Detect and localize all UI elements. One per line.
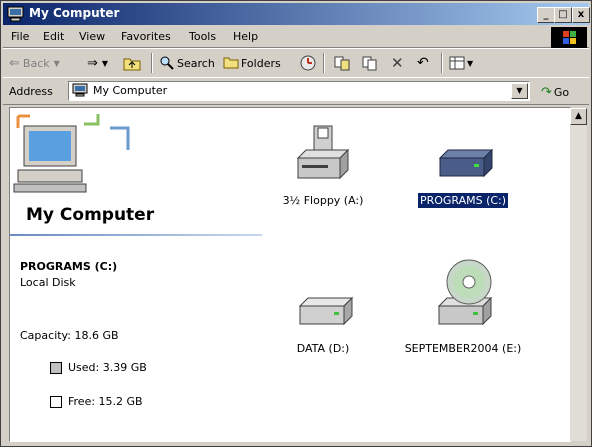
undo-button[interactable]: ↶ xyxy=(417,54,429,72)
used-text: Used: 3.39 GB xyxy=(68,361,147,374)
copy-to-button[interactable] xyxy=(361,54,379,72)
copy-to-icon xyxy=(362,56,377,71)
title-bar[interactable]: My Computer _ □ x xyxy=(3,3,590,25)
address-bar: Address My Computer ▼ ↷ Go xyxy=(3,77,589,105)
drive-item-floppy[interactable]: 3½ Floppy (A:) xyxy=(278,120,368,208)
menu-file[interactable]: File xyxy=(11,30,29,43)
floppy-drive-icon xyxy=(296,125,350,180)
drive-item-programs[interactable]: PROGRAMS (C:) xyxy=(408,120,518,208)
window: My Computer _ □ x File Edit View Favorit… xyxy=(0,0,592,447)
chevron-down-icon: ▼ xyxy=(101,58,109,68)
address-input[interactable]: My Computer ▼ xyxy=(68,81,530,101)
views-button[interactable]: ▼ xyxy=(449,54,473,72)
capacity-text: Capacity: 18.6 GB xyxy=(20,329,119,342)
drive-label: PROGRAMS (C:) xyxy=(417,193,509,208)
address-dropdown-button[interactable]: ▼ xyxy=(511,83,528,99)
back-arrow-icon: ⇐ xyxy=(9,55,20,71)
toolbar-separator xyxy=(441,53,443,73)
back-button[interactable]: ⇐ Back ▼ xyxy=(9,54,60,72)
menu-tools[interactable]: Tools xyxy=(189,30,216,43)
windows-logo-icon xyxy=(551,27,587,49)
close-button[interactable]: x xyxy=(572,7,590,23)
address-value: My Computer xyxy=(93,84,168,97)
menu-view[interactable]: View xyxy=(79,30,105,43)
menu-bar: File Edit View Favorites Tools Help xyxy=(3,27,589,49)
window-title: My Computer xyxy=(29,6,120,20)
maximize-button[interactable]: □ xyxy=(554,7,572,23)
search-button[interactable]: Search xyxy=(159,54,215,72)
folders-icon xyxy=(223,57,239,69)
go-button[interactable]: ↷ Go xyxy=(541,85,569,100)
folders-label: Folders xyxy=(241,56,281,70)
history-button[interactable] xyxy=(299,54,317,72)
standard-toolbar: ⇐ Back ▼ ⇒ ▼ Search Folders ✕ ↶ ▼ xyxy=(3,48,589,78)
menu-favorites[interactable]: Favorites xyxy=(121,30,171,43)
forward-arrow-icon: ⇒ xyxy=(87,55,98,71)
my-computer-large-icon xyxy=(13,114,130,193)
folders-button[interactable]: Folders xyxy=(223,54,281,72)
go-arrow-icon: ↷ xyxy=(541,85,552,100)
vertical-scrollbar[interactable]: ▲ xyxy=(570,108,587,441)
up-folder-button[interactable] xyxy=(123,54,141,72)
drive-item-data[interactable]: DATA (D:) xyxy=(278,268,368,356)
used-swatch xyxy=(50,361,62,374)
hard-drive-icon xyxy=(438,148,494,178)
cd-drive-icon xyxy=(437,259,493,326)
scroll-up-button[interactable]: ▲ xyxy=(570,108,587,125)
drive-label: SEPTEMBER2004 (E:) xyxy=(404,342,522,355)
views-icon xyxy=(449,56,465,70)
details-pane: My Computer PROGRAMS (C:) Local Disk Cap… xyxy=(10,108,262,411)
move-to-icon xyxy=(334,56,350,71)
free-swatch xyxy=(50,395,62,408)
toolbar-separator xyxy=(151,53,153,73)
search-label: Search xyxy=(177,56,215,70)
my-computer-icon xyxy=(7,6,24,22)
minimize-button[interactable]: _ xyxy=(537,7,555,23)
address-label: Address xyxy=(9,85,53,98)
drive-item-cd[interactable]: SEPTEMBER2004 (E:) xyxy=(398,256,528,356)
toolbar-separator xyxy=(323,53,325,73)
search-icon xyxy=(160,56,174,70)
chevron-down-icon: ▼ xyxy=(53,58,60,68)
free-text: Free: 15.2 GB xyxy=(68,395,143,408)
used-legend: Used: 3.39 GB xyxy=(50,361,147,374)
heading-divider xyxy=(10,234,262,236)
content-pane: My Computer PROGRAMS (C:) Local Disk Cap… xyxy=(9,107,571,442)
pane-heading: My Computer xyxy=(26,205,155,225)
chevron-down-icon: ▼ xyxy=(467,58,474,68)
free-legend: Free: 15.2 GB xyxy=(50,395,143,408)
drive-label: 3½ Floppy (A:) xyxy=(282,194,364,207)
back-label: Back xyxy=(22,56,50,70)
drive-type: Local Disk xyxy=(20,276,76,289)
menu-help[interactable]: Help xyxy=(233,30,258,43)
menu-edit[interactable]: Edit xyxy=(43,30,64,43)
drive-label: DATA (D:) xyxy=(296,342,350,355)
selected-drive-name: PROGRAMS (C:) xyxy=(20,260,118,273)
go-label: Go xyxy=(553,86,570,99)
hard-drive-icon xyxy=(298,296,354,326)
up-folder-icon xyxy=(123,58,141,71)
undo-icon: ↶ xyxy=(417,55,429,71)
delete-button[interactable]: ✕ xyxy=(391,54,404,72)
my-computer-icon xyxy=(72,83,88,97)
forward-button[interactable]: ⇒ ▼ xyxy=(87,54,108,72)
history-icon xyxy=(300,55,316,71)
move-to-button[interactable] xyxy=(333,54,351,72)
delete-icon: ✕ xyxy=(391,54,404,72)
